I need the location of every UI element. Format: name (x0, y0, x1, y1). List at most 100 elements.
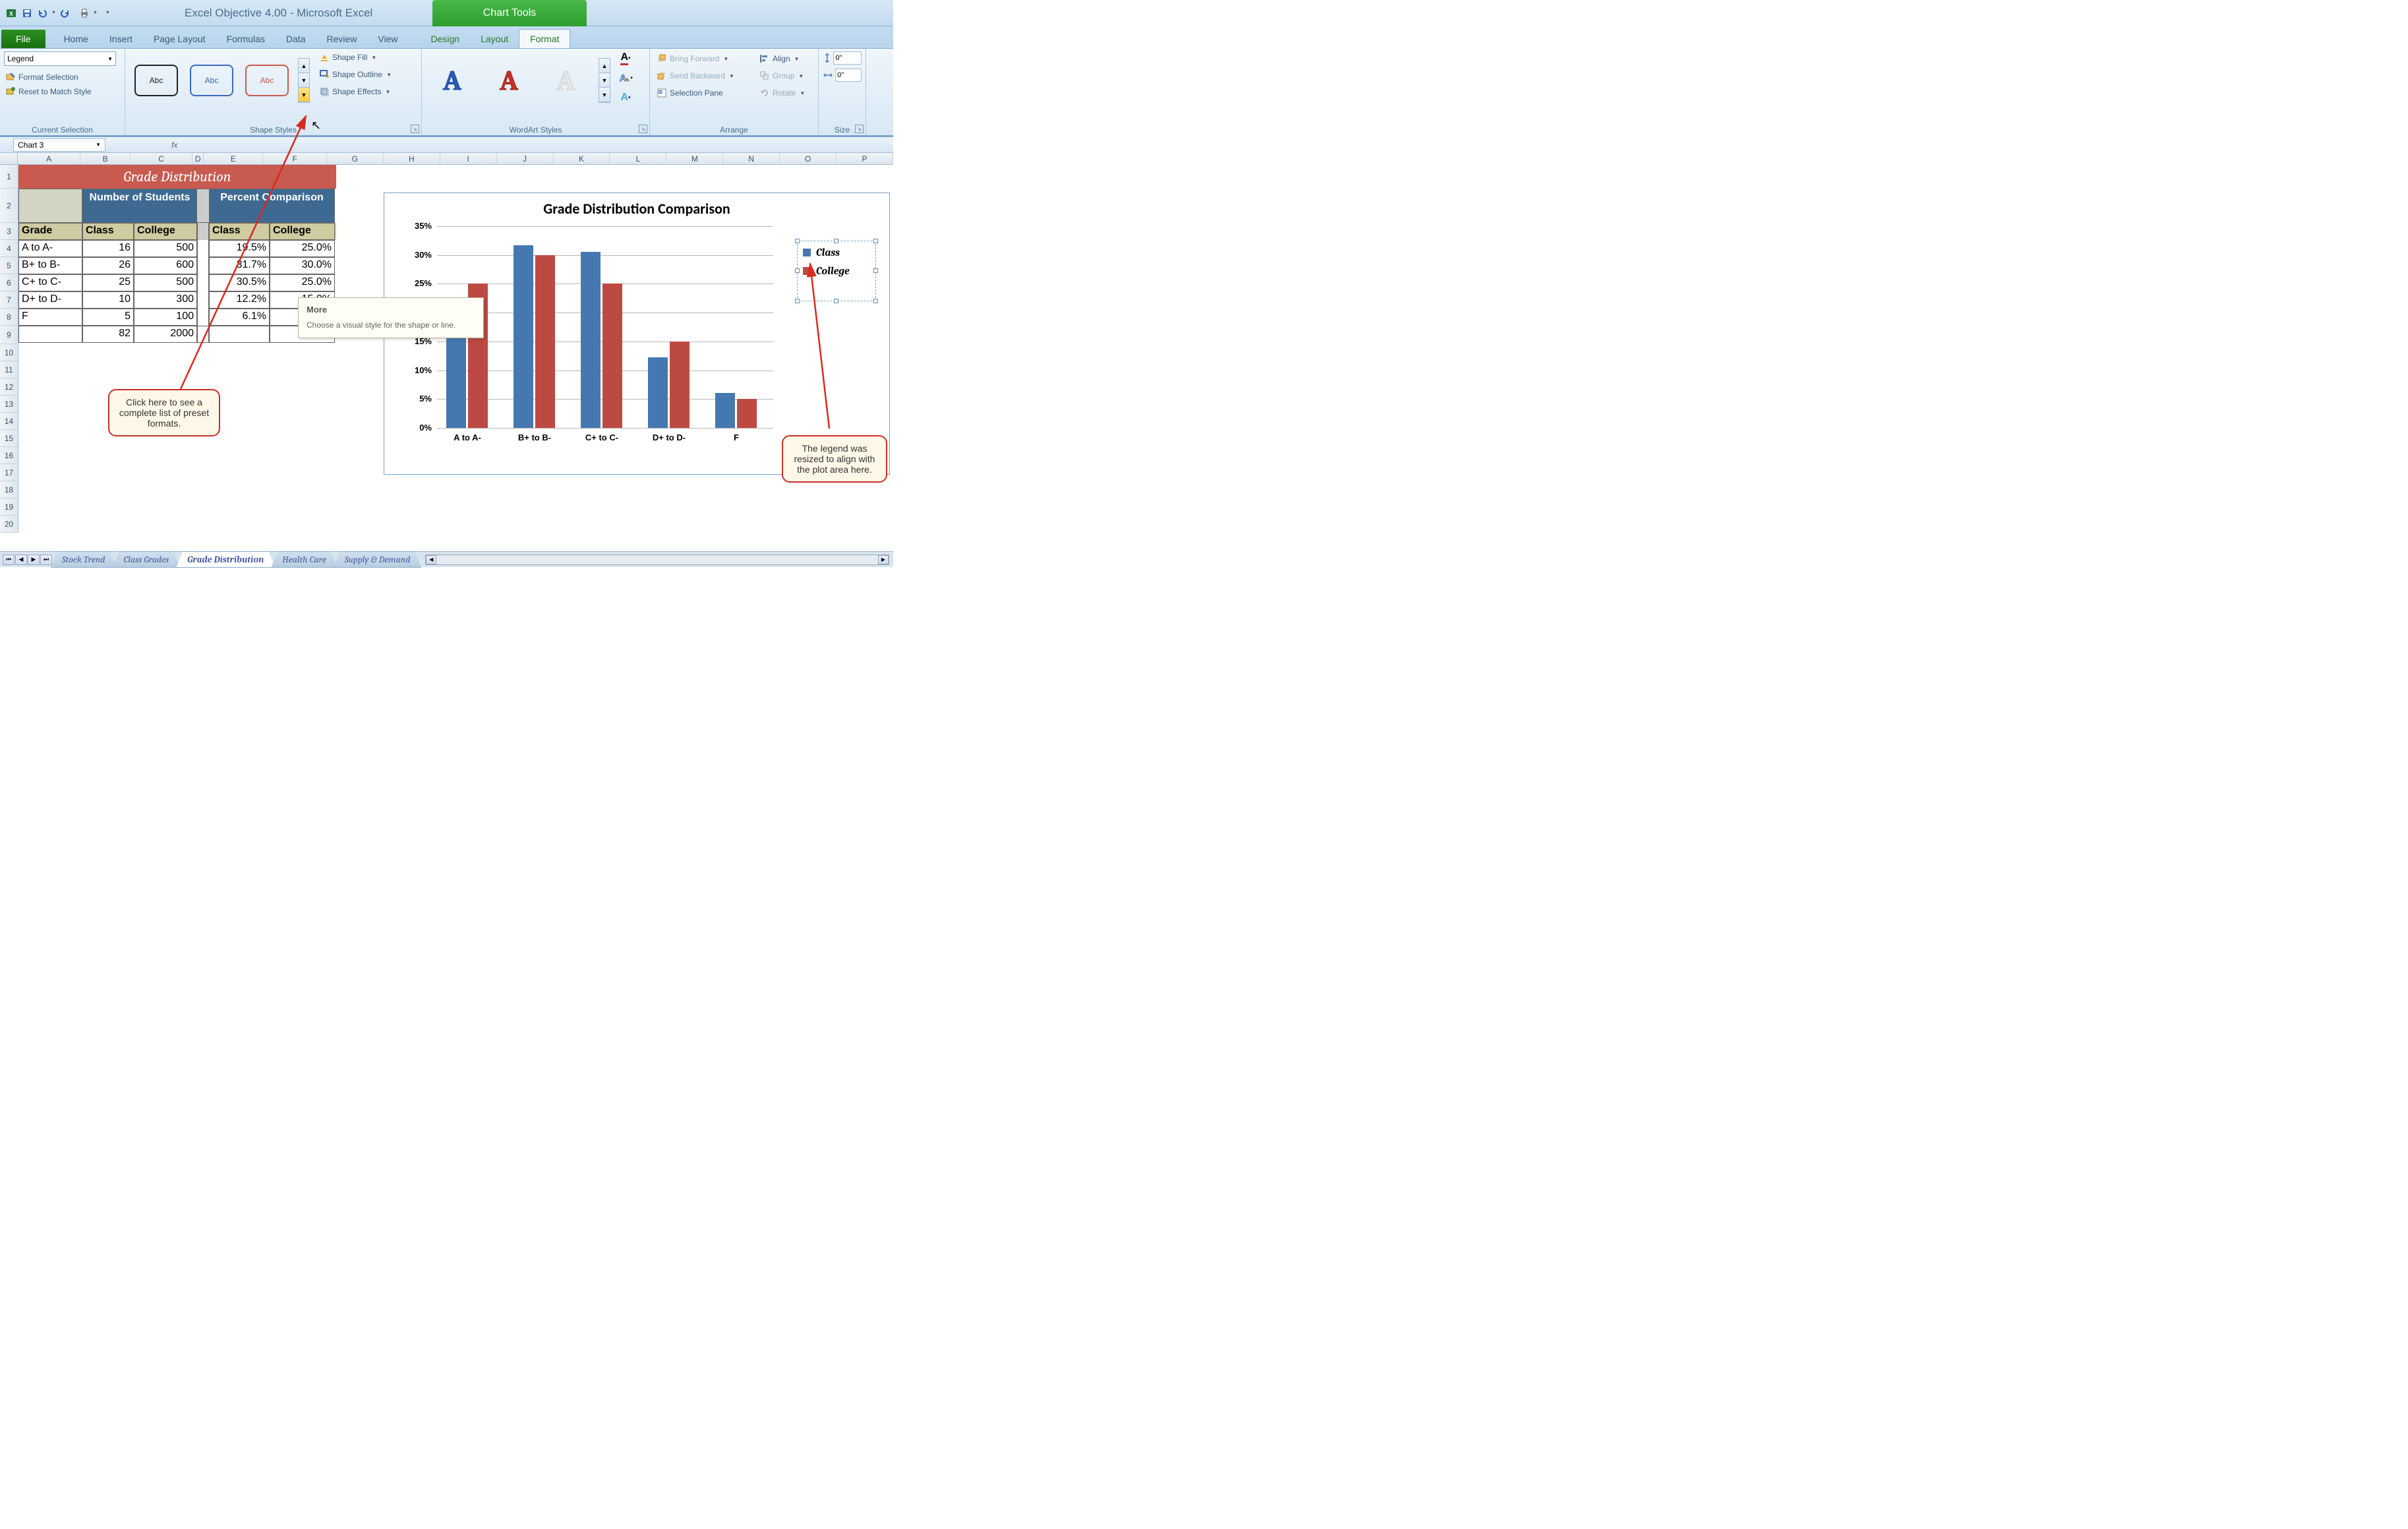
align-button[interactable]: Align▼ (757, 51, 808, 66)
bring-forward-button[interactable]: Bring Forward▼ (654, 51, 737, 66)
row-header-10[interactable]: 10 (0, 344, 18, 361)
send-backward-button[interactable]: Send Backward▼ (654, 69, 737, 83)
tab-format[interactable]: Format (519, 29, 570, 48)
col-header-F[interactable]: F (263, 153, 327, 164)
row-header-6[interactable]: 6 (0, 274, 18, 291)
chart-legend[interactable]: Class College (797, 241, 876, 301)
col-header-J[interactable]: J (497, 153, 554, 164)
width-input[interactable]: 0" (835, 69, 862, 82)
row-header-20[interactable]: 20 (0, 516, 18, 533)
format-selection-button[interactable]: Format Selection (4, 70, 121, 84)
sheet-tab-health-care[interactable]: Health Care (271, 551, 338, 568)
bar-college-1[interactable] (535, 255, 555, 428)
col-header-G[interactable]: G (327, 153, 384, 164)
row-header-5[interactable]: 5 (0, 257, 18, 274)
col-header-O[interactable]: O (780, 153, 837, 164)
excel-icon[interactable]: X (4, 6, 18, 20)
scroll-up-icon[interactable]: ▲ (299, 59, 309, 73)
col-header-K[interactable]: K (554, 153, 610, 164)
tab-page-layout[interactable]: Page Layout (143, 30, 216, 48)
row-header-18[interactable]: 18 (0, 481, 18, 498)
shape-effects-button[interactable]: Shape Effects▼ (316, 84, 394, 99)
tab-design[interactable]: Design (421, 30, 471, 48)
row-header-2[interactable]: 2 (0, 189, 18, 223)
scroll-up-icon[interactable]: ▲ (599, 59, 610, 73)
col-header-P[interactable]: P (837, 153, 893, 164)
chart-element-dropdown[interactable]: Legend▼ (4, 51, 116, 66)
tab-review[interactable]: Review (316, 30, 368, 48)
row-header-16[interactable]: 16 (0, 447, 18, 464)
row-header-9[interactable]: 9 (0, 326, 18, 344)
size-dialog-launcher[interactable]: ↘ (855, 125, 864, 133)
wordart-style-3[interactable]: A (539, 59, 592, 102)
save-icon[interactable] (20, 6, 34, 20)
sheet-tab-class-grades[interactable]: Class Grades (112, 551, 180, 568)
wordart-more-button[interactable]: ▼ (599, 88, 610, 102)
col-header-N[interactable]: N (723, 153, 780, 164)
text-outline-button[interactable]: A▾ (617, 70, 634, 86)
text-effects-button[interactable]: A▾ (617, 90, 634, 105)
cells[interactable]: Grade Distribution Number of Students Pe… (18, 165, 893, 533)
row-header-7[interactable]: 7 (0, 291, 18, 309)
text-fill-button[interactable]: A▾ (617, 50, 634, 66)
shape-fill-button[interactable]: Shape Fill▼ (316, 50, 394, 65)
row-header-19[interactable]: 19 (0, 498, 18, 516)
group-button[interactable]: Group▼ (757, 69, 808, 83)
sheet-tab-supply-&-demand[interactable]: Supply & Demand (334, 551, 422, 568)
sheet-nav-last[interactable]: ⏭ (40, 555, 52, 565)
shape-style-1[interactable]: Abc (129, 59, 183, 102)
sheet-tab-grade-distribution[interactable]: Grade Distribution (176, 551, 275, 568)
wordart-dialog-launcher[interactable]: ↘ (639, 125, 647, 133)
bar-college-2[interactable] (602, 284, 622, 428)
tab-home[interactable]: Home (53, 30, 99, 48)
bar-class-4[interactable] (715, 393, 735, 428)
col-header-M[interactable]: M (666, 153, 723, 164)
undo-icon[interactable] (36, 6, 50, 20)
fx-icon[interactable]: fx (171, 140, 177, 150)
selection-pane-button[interactable]: Selection Pane (654, 86, 737, 100)
sheet-tab-stock-trend[interactable]: Stock Trend (51, 551, 116, 568)
bar-class-2[interactable] (581, 252, 601, 428)
rotate-button[interactable]: Rotate▼ (757, 86, 808, 100)
file-tab[interactable]: File (1, 30, 45, 48)
bar-college-3[interactable] (670, 342, 690, 428)
tab-view[interactable]: View (367, 30, 408, 48)
row-header-13[interactable]: 13 (0, 396, 18, 413)
col-header-H[interactable]: H (384, 153, 440, 164)
row-header-11[interactable]: 11 (0, 361, 18, 378)
bar-class-1[interactable] (514, 245, 533, 428)
tab-insert[interactable]: Insert (99, 30, 143, 48)
shape-outline-button[interactable]: Shape Outline▼ (316, 67, 394, 82)
col-header-B[interactable]: B (80, 153, 131, 164)
bar-class-3[interactable] (648, 357, 668, 428)
col-header-D[interactable]: D (192, 153, 204, 164)
height-input[interactable]: 0" (833, 51, 862, 65)
scroll-down-icon[interactable]: ▼ (299, 73, 309, 88)
scroll-down-icon[interactable]: ▼ (599, 73, 610, 88)
tab-layout[interactable]: Layout (470, 30, 519, 48)
reset-match-style-button[interactable]: Reset to Match Style (4, 84, 121, 99)
shape-style-2[interactable]: Abc (185, 59, 239, 102)
wordart-style-1[interactable]: A (426, 59, 479, 102)
shape-style-3[interactable]: Abc (240, 59, 294, 102)
row-header-3[interactable]: 3 (0, 223, 18, 240)
col-header-I[interactable]: I (440, 153, 497, 164)
row-header-1[interactable]: 1 (0, 165, 18, 189)
sheet-nav-next[interactable]: ▶ (28, 555, 40, 565)
sheet-nav-prev[interactable]: ◀ (15, 555, 27, 565)
wordart-style-2[interactable]: A (483, 59, 535, 102)
row-header-8[interactable]: 8 (0, 309, 18, 326)
redo-icon[interactable] (57, 6, 72, 20)
scroll-left-icon[interactable]: ◀ (426, 555, 436, 564)
col-header-A[interactable]: A (18, 153, 80, 164)
row-header-14[interactable]: 14 (0, 413, 18, 430)
print-icon[interactable] (77, 6, 92, 20)
shape-styles-dialog-launcher[interactable]: ↘ (411, 125, 419, 133)
shape-styles-more-button[interactable]: ▼ (299, 88, 309, 102)
col-header-C[interactable]: C (131, 153, 192, 164)
scroll-right-icon[interactable]: ▶ (878, 555, 889, 564)
row-header-4[interactable]: 4 (0, 240, 18, 257)
row-header-17[interactable]: 17 (0, 464, 18, 481)
col-header-L[interactable]: L (610, 153, 666, 164)
tab-data[interactable]: Data (276, 30, 316, 48)
